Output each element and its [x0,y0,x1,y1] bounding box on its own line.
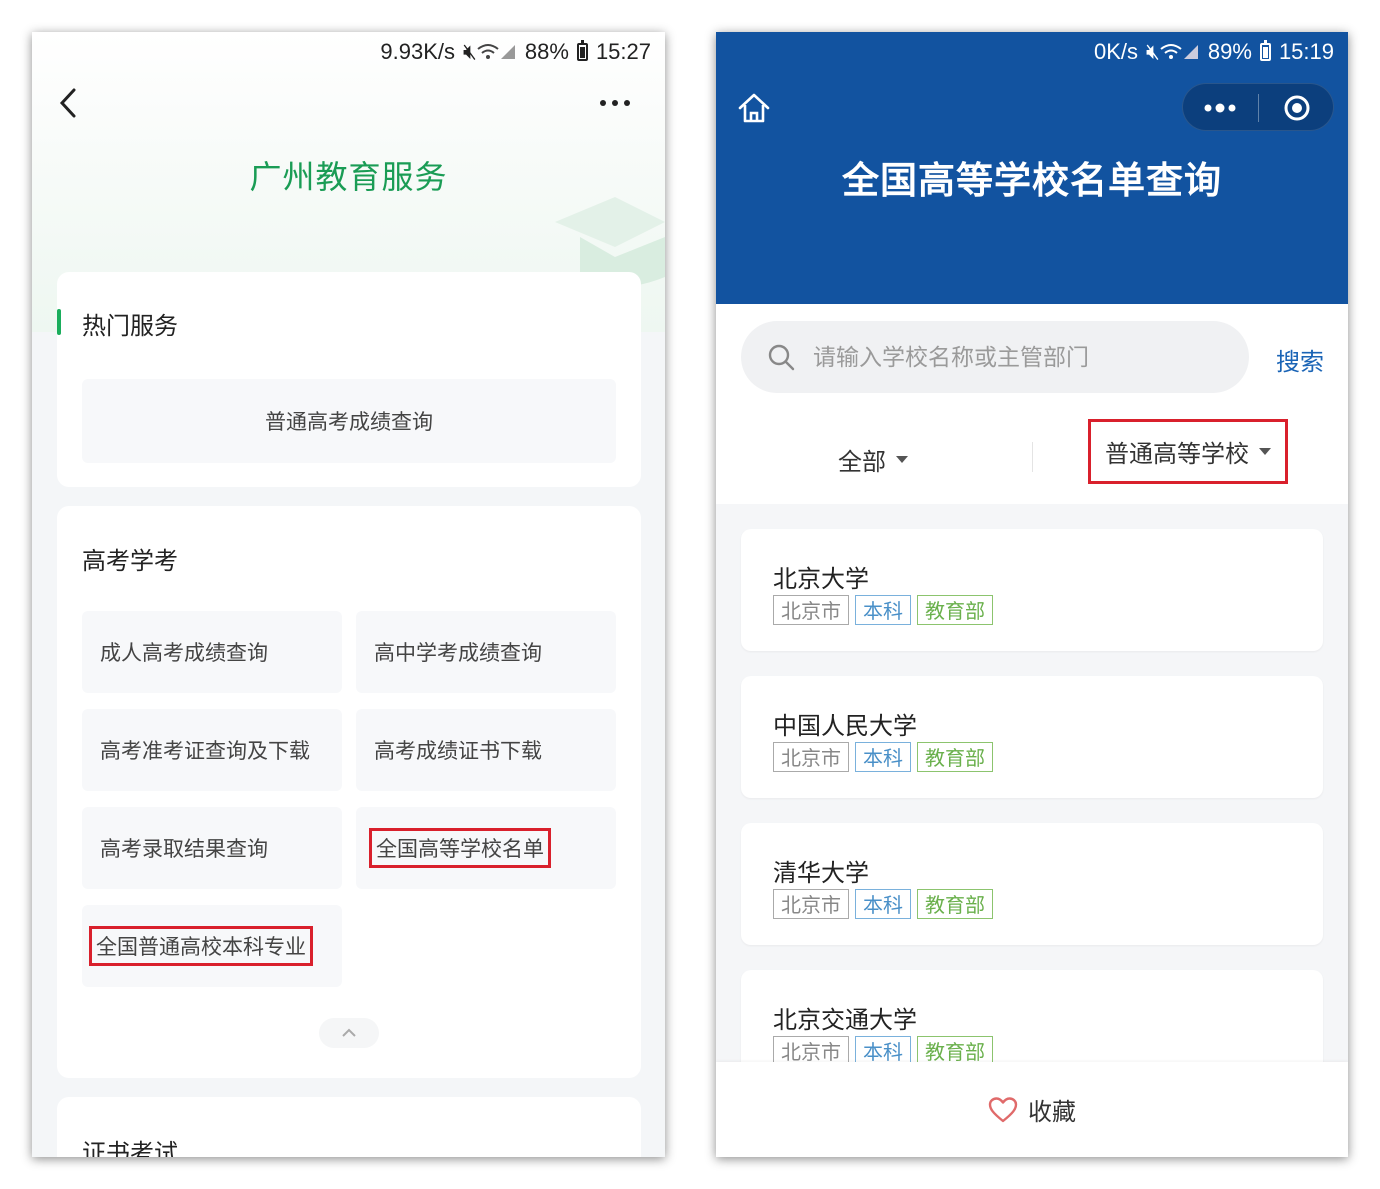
status-bar: 9.93K/s 🔇︎ 88% 15:27 [32,32,665,72]
level-tag: 本科 [855,742,911,772]
service-tile-label-highlighted: 全国普通高校本科专业 [89,926,313,966]
service-tile[interactable]: 高考录取结果查询 [82,807,342,889]
signal-icon [500,45,515,59]
location-tag: 北京市 [773,889,849,919]
service-tile-undergrad-majors[interactable]: 全国普通高校本科专业 [82,905,342,987]
section-title-cert: 证书考试 [82,1139,178,1157]
battery-icon [576,40,588,61]
university-card[interactable]: 北京大学 北京市 本科 教育部 [741,529,1323,651]
service-tile-label: 高考成绩证书下载 [374,739,542,763]
service-tile-label: 高考准考证查询及下载 [100,739,310,763]
miniapp-capsule [1182,83,1334,131]
section-accent-bar [57,309,61,335]
mute-icon: 🔇︎ [463,39,477,64]
clock: 15:19 [1278,39,1334,64]
service-tile-label: 普通高考成绩查询 [265,410,433,434]
hot-services-card: 热门服务 普通高考成绩查询 [57,272,641,487]
region-filter-label: 全部 [838,448,886,476]
capsule-divider [1258,94,1259,122]
search-icon [768,344,795,371]
wifi-icon [1160,44,1182,59]
left-screen: 9.93K/s 🔇︎ 88% 15:27 广州教育服务 热门服务 普通高考成绩查… [32,32,665,1157]
mute-icon: 🔇︎ [1146,39,1160,64]
location-tag: 北京市 [773,595,849,625]
page-title: 全国高等学校名单查询 [842,159,1222,202]
service-tile[interactable]: 高中学考成绩查询 [356,611,616,693]
search-button[interactable]: 搜索 [1276,342,1324,377]
section-title-gaokao: 高考学考 [82,547,178,575]
caret-down-icon [1259,448,1271,455]
clock: 15:27 [595,39,651,64]
university-card[interactable]: 中国人民大学 北京市 本科 教育部 [741,676,1323,798]
wifi-icon [477,44,499,59]
favorite-bar[interactable]: 收藏 [716,1062,1348,1157]
department-tag: 教育部 [917,742,993,772]
section-title-hot: 热门服务 [82,312,178,340]
university-tags: 北京市 本科 教育部 [773,742,999,772]
service-tile[interactable]: 高考成绩证书下载 [356,709,616,791]
heart-icon [988,1096,1018,1122]
app-title: 广州教育服务 [249,158,448,196]
university-name: 北京大学 [773,565,869,593]
battery-percent: 89% [1207,39,1252,64]
network-speed: 0K/s [1093,39,1139,64]
service-tile[interactable]: 高考准考证查询及下载 [82,709,342,791]
network-speed: 9.93K/s [380,39,456,64]
region-filter[interactable]: 全部 [838,442,908,477]
battery-icon [1259,40,1271,61]
certificate-card: 证书考试 [57,1097,641,1157]
collapse-button[interactable] [319,1018,379,1048]
department-tag: 教育部 [917,595,993,625]
search-input[interactable] [811,321,1235,395]
status-bar: 0K/s 🔇︎ 89% 15:19 [716,32,1348,72]
service-tile-university-list[interactable]: 全国高等学校名单 [356,807,616,889]
school-type-filter[interactable]: 普通高等学校 [1088,419,1288,484]
right-screen: 0K/s 🔇︎ 89% 15:19 全国高等学校名单查询 搜索 [716,32,1348,1157]
university-name: 中国人民大学 [773,712,917,740]
favorite-label: 收藏 [1028,1098,1076,1126]
level-tag: 本科 [855,889,911,919]
gaokao-card: 高考学考 成人高考成绩查询 高中学考成绩查询 高考准考证查询及下载 高考成绩证书… [57,506,641,1078]
school-type-filter-label: 普通高等学校 [1105,440,1249,468]
signal-icon [1183,45,1198,59]
close-miniapp-icon[interactable] [1283,94,1311,122]
battery-percent: 88% [524,39,569,64]
service-tile-label: 高中学考成绩查询 [374,641,542,665]
location-tag: 北京市 [773,742,849,772]
service-tile-gaokao-score[interactable]: 普通高考成绩查询 [82,379,616,463]
more-options-icon[interactable] [599,98,631,108]
chevron-up-icon [342,1028,356,1037]
search-box [741,321,1249,395]
university-name: 北京交通大学 [773,1006,917,1034]
university-tags: 北京市 本科 教育部 [773,595,999,625]
service-tile[interactable]: 成人高考成绩查询 [82,611,342,693]
caret-down-icon [896,456,908,463]
university-tags: 北京市 本科 教育部 [773,889,999,919]
university-card[interactable]: 清华大学 北京市 本科 教育部 [741,823,1323,945]
university-name: 清华大学 [773,859,869,887]
more-options-icon[interactable] [1203,102,1237,114]
department-tag: 教育部 [917,889,993,919]
service-tile-label: 成人高考成绩查询 [100,641,268,665]
level-tag: 本科 [855,595,911,625]
filter-divider [1032,442,1033,472]
home-icon[interactable] [736,90,772,126]
back-arrow-icon[interactable] [54,86,84,120]
service-tile-label: 高考录取结果查询 [100,837,268,861]
service-tile-label-highlighted: 全国高等学校名单 [369,828,551,868]
